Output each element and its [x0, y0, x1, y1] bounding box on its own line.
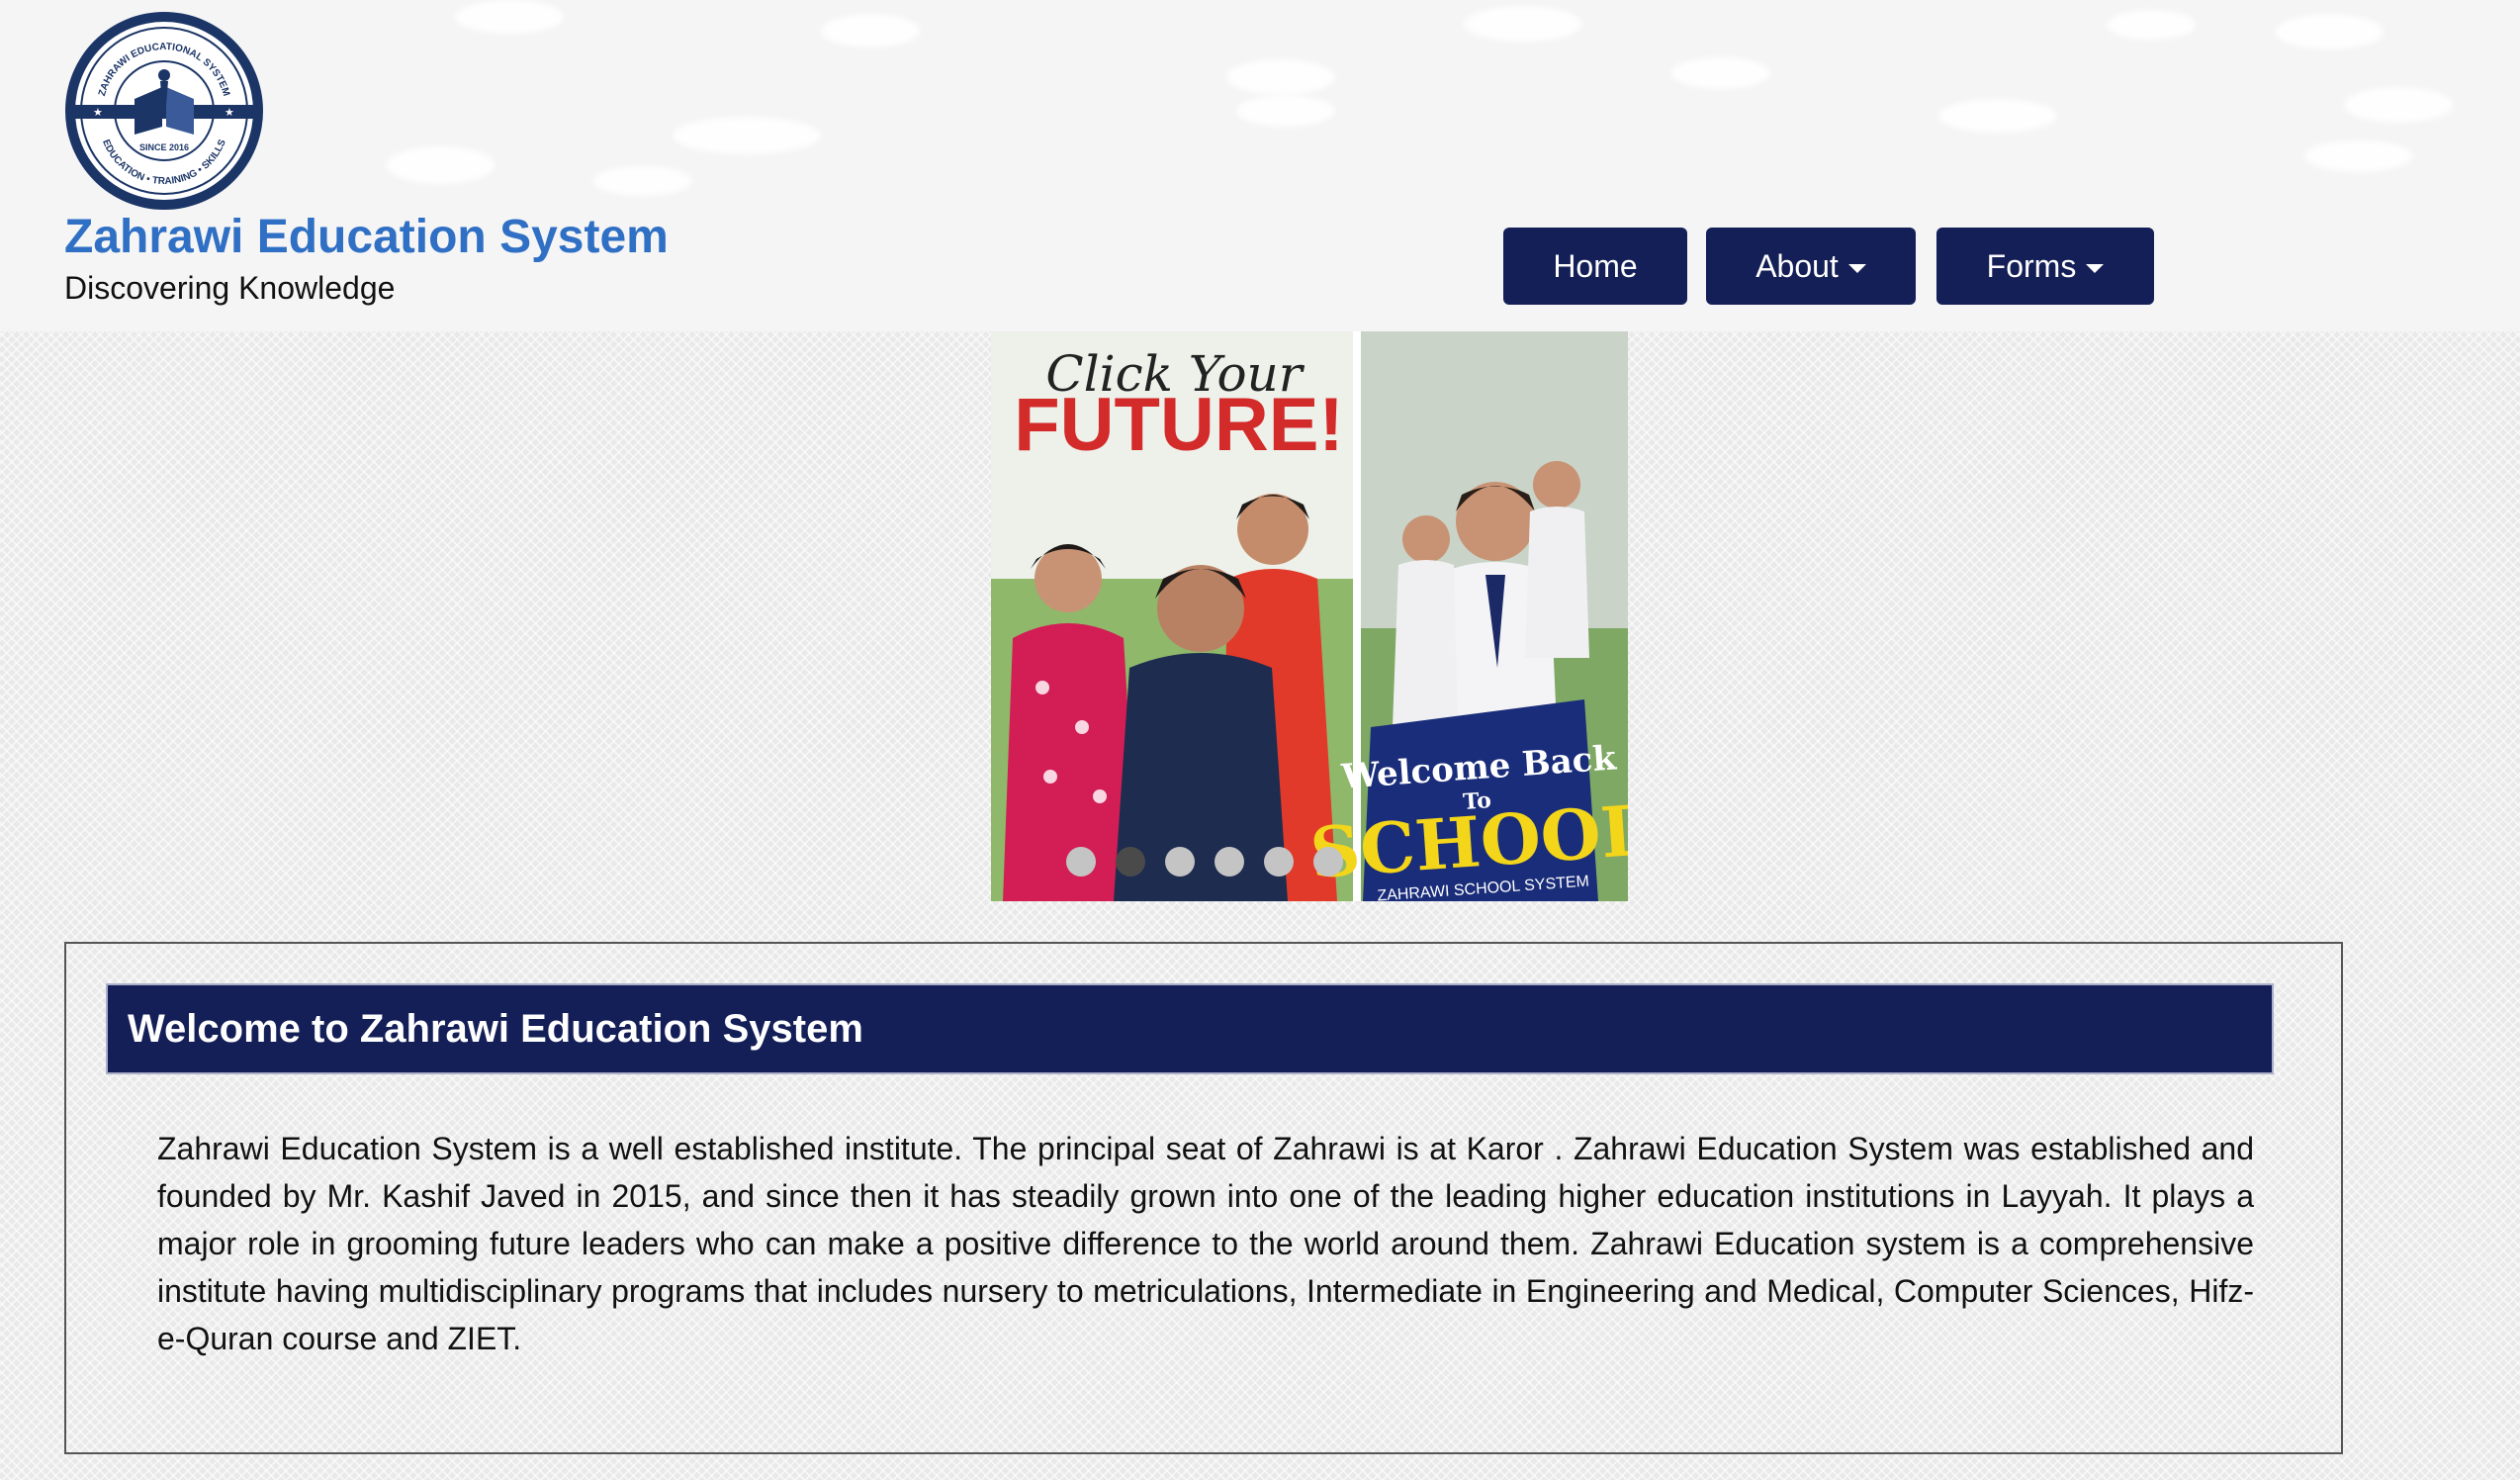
nav-forms-button[interactable]: Forms	[1936, 228, 2154, 305]
slide-headline: FUTURE!	[1014, 383, 1344, 467]
svg-text:★: ★	[225, 106, 234, 119]
slide-image: Click Your FUTURE! Welcome Back To SCHOO…	[991, 331, 1628, 901]
svg-text:★: ★	[93, 106, 103, 119]
nav-about-button[interactable]: About	[1706, 228, 1916, 305]
school-logo-icon[interactable]: ZAHRAWI EDUCATIONAL SYSTEM EDUCATION • T…	[63, 10, 265, 212]
header-decoration	[2275, 14, 2384, 49]
header-decoration	[1236, 95, 1335, 127]
header-decoration	[1938, 99, 2057, 133]
site-tagline: Discovering Knowledge	[64, 270, 396, 306]
header-decoration	[593, 166, 692, 196]
caret-down-icon	[1847, 263, 1866, 273]
image-slider[interactable]: Click Your FUTURE! Welcome Back To SCHOO…	[991, 331, 1628, 901]
slider-dot[interactable]	[1264, 847, 1294, 877]
slider-pagination	[991, 847, 1628, 877]
header-decoration	[821, 14, 920, 47]
header-decoration	[1671, 57, 1770, 89]
caret-down-icon	[2086, 263, 2105, 273]
header-decoration	[1226, 59, 1335, 95]
site-header: ZAHRAWI EDUCATIONAL SYSTEM EDUCATION • T…	[0, 0, 2520, 331]
slider-dot[interactable]	[1165, 847, 1195, 877]
nav-home-button[interactable]: Home	[1503, 228, 1687, 305]
header-decoration	[2304, 140, 2413, 172]
svg-text:SINCE 2016: SINCE 2016	[139, 142, 189, 152]
header-decoration	[673, 117, 821, 154]
nav-about-label: About	[1755, 247, 1839, 284]
nav-forms-label: Forms	[1986, 247, 2077, 284]
welcome-heading: Welcome to Zahrawi Education System	[106, 983, 2274, 1074]
header-decoration	[1464, 6, 1582, 42]
header-decoration	[2107, 10, 2196, 40]
header-decoration	[386, 146, 495, 184]
slider-dot-active[interactable]	[1116, 847, 1145, 877]
header-decoration	[455, 0, 564, 34]
site-title[interactable]: Zahrawi Education System	[64, 210, 669, 264]
welcome-panel: Welcome to Zahrawi Education System Zahr…	[64, 942, 2343, 1454]
welcome-body-text: Zahrawi Education System is a well estab…	[157, 1131, 2254, 1356]
nav-home-label: Home	[1553, 247, 1638, 284]
slider-dot[interactable]	[1066, 847, 1096, 877]
header-decoration	[2344, 87, 2453, 123]
slider-dot[interactable]	[1215, 847, 1244, 877]
slider-dot[interactable]	[1313, 847, 1343, 877]
